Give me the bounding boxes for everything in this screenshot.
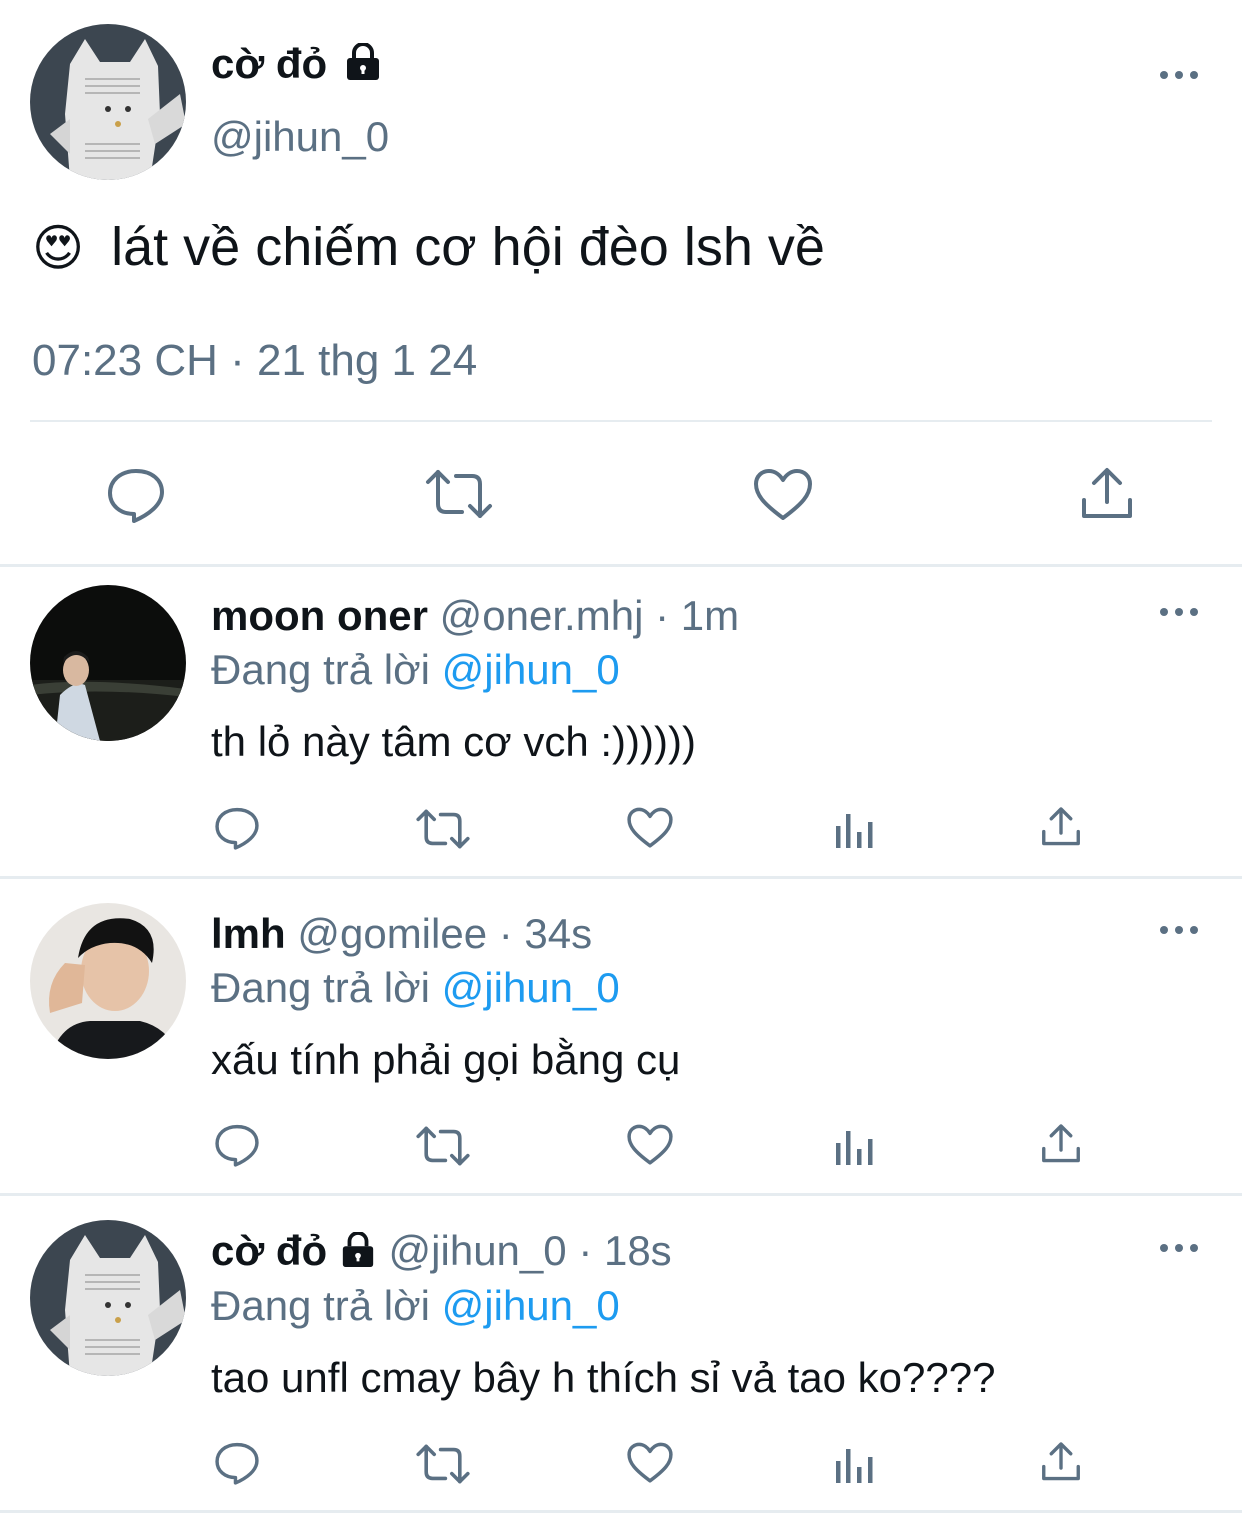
views-icon[interactable] [836,812,876,848]
reply-handle[interactable]: @jihun_0 [389,1227,567,1274]
display-name[interactable]: cờ đỏ [211,40,327,87]
reply-text: tao unfl cmay bây h thích sỉ vả tao ko??… [211,1354,996,1401]
reply-icon[interactable] [106,466,166,524]
replying-to-link[interactable]: @jihun_0 [442,964,620,1011]
views-icon[interactable] [836,1129,876,1165]
reply-display-name[interactable]: cờ đỏ [211,1227,327,1274]
avatar-cat[interactable] [30,24,186,180]
replying-to-label: Đang trả lời [211,646,430,693]
reply-time[interactable]: · 1m [655,592,739,639]
more-options-icon[interactable] [1160,605,1200,619]
heart-eyes-emoji: 😍 [32,220,85,276]
reply-icon[interactable] [214,1440,260,1486]
reply-time[interactable]: · 34s [499,910,592,957]
retweet-icon[interactable] [415,1125,471,1167]
views-icon[interactable] [836,1447,876,1483]
retweet-icon[interactable] [424,468,494,520]
more-options-icon[interactable] [1160,923,1200,937]
retweet-icon[interactable] [415,1443,471,1485]
reply-display-name[interactable]: lmh [211,910,286,957]
reply-handle[interactable]: @gomilee [297,910,487,957]
reply-display-name[interactable]: moon oner [211,592,428,639]
avatar-cat[interactable] [30,1220,186,1376]
replying-to-label: Đang trả lời [211,964,430,1011]
reply-icon[interactable] [214,805,260,851]
reply-text: th lỏ này tâm cơ vch :)))))) [211,718,696,765]
section-divider [0,564,1242,567]
more-options-icon[interactable] [1160,68,1200,82]
reply-icon[interactable] [214,1122,260,1168]
reply-time[interactable]: · 18s [578,1227,671,1274]
share-icon[interactable] [1040,1123,1082,1165]
avatar-moon-oner[interactable] [30,585,186,741]
handle[interactable]: @jihun_0 [211,113,389,161]
lock-icon [343,41,383,91]
section-divider [0,1510,1242,1513]
like-icon[interactable] [626,1441,674,1485]
more-options-icon[interactable] [1160,1241,1200,1255]
section-divider [0,1193,1242,1196]
retweet-icon[interactable] [415,808,471,850]
share-icon[interactable] [1040,806,1082,848]
avatar-lmh[interactable] [30,903,186,1059]
reply-text: xấu tính phải gọi bằng cụ [211,1036,681,1083]
replying-to-label: Đang trả lời [211,1282,430,1329]
like-icon[interactable] [752,468,814,522]
lock-icon [339,1230,377,1278]
share-icon[interactable] [1079,466,1135,522]
share-icon[interactable] [1040,1441,1082,1483]
like-icon[interactable] [626,806,674,850]
reply-handle[interactable]: @oner.mhj [440,592,644,639]
stats-divider [30,420,1212,422]
tweet-text: lát về chiếm cơ hội đèo lsh về [111,217,825,277]
like-icon[interactable] [626,1123,674,1167]
replying-to-link[interactable]: @jihun_0 [442,646,620,693]
replying-to-link[interactable]: @jihun_0 [442,1282,620,1329]
section-divider [0,876,1242,879]
tweet-timestamp[interactable]: 07:23 CH · 21 thg 1 24 [32,336,477,386]
